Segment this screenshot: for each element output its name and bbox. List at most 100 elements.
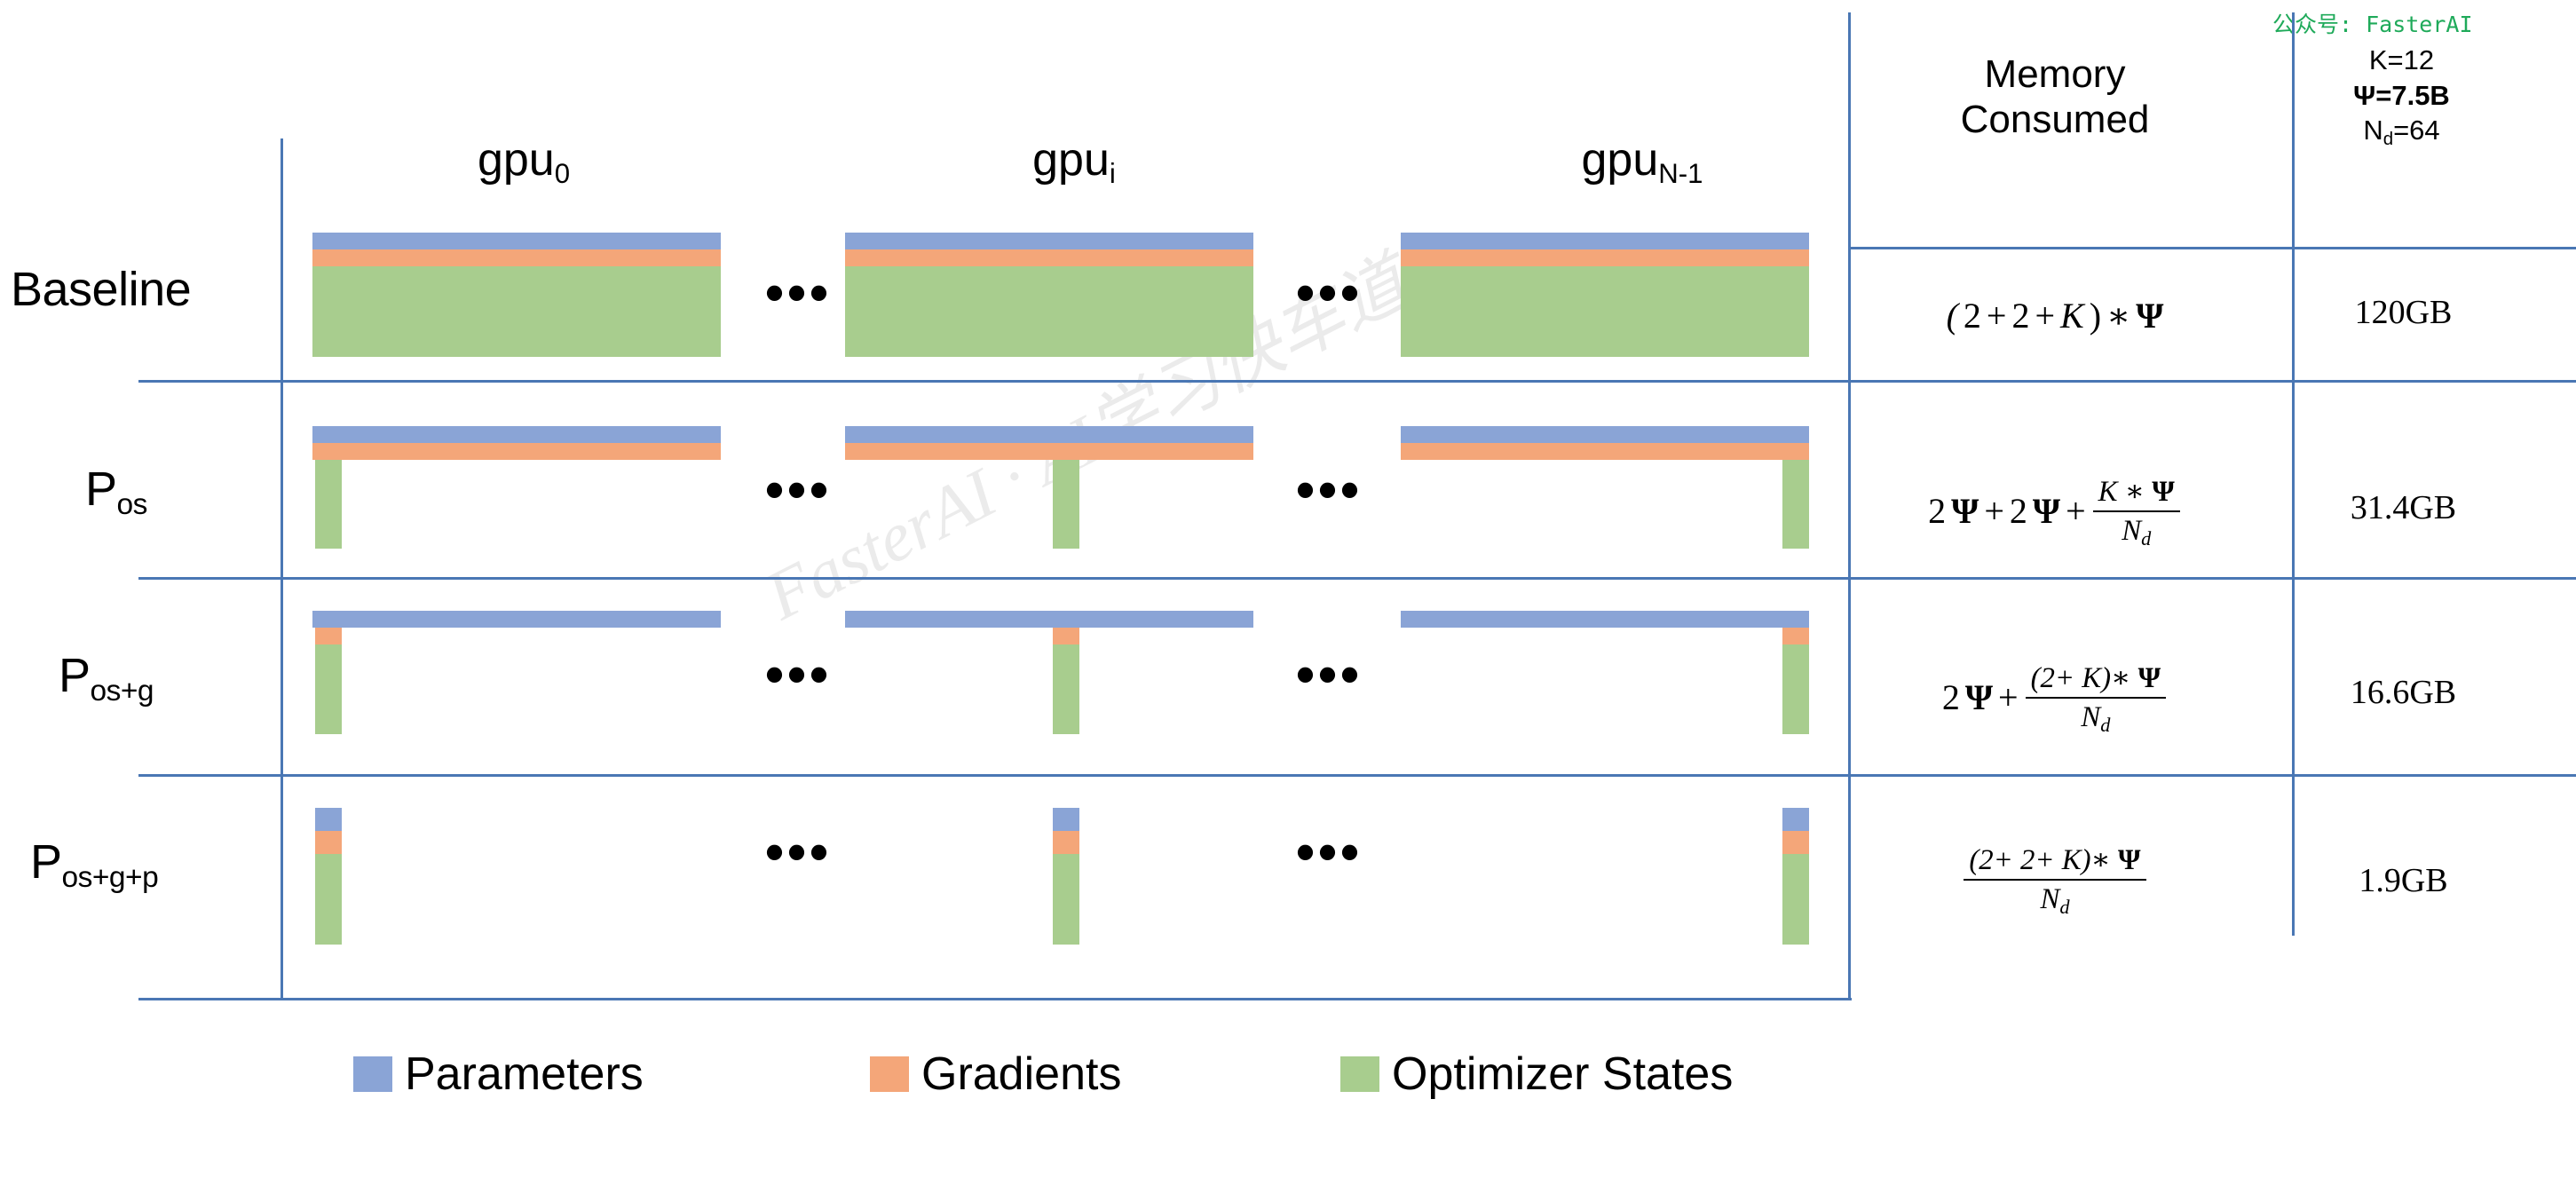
formula-baseline-plus2: + bbox=[2035, 295, 2056, 336]
row-label-pos-text: P bbox=[85, 463, 117, 516]
formula-baseline-open: ( bbox=[1946, 295, 1958, 336]
row-label-pos-g-text: P bbox=[59, 649, 91, 702]
param-nd-value: =64 bbox=[2393, 115, 2440, 146]
param-nd-sub: d bbox=[2382, 129, 2394, 150]
formula-posgp-den-N: N bbox=[2040, 882, 2060, 915]
formula-pos-den-d: d bbox=[2141, 527, 2152, 550]
bar-baseline-gpun1-optimizer bbox=[1401, 266, 1809, 357]
bar-baseline-gpu0-gradients bbox=[312, 249, 721, 266]
gpu-header-n1: gpuN-1 bbox=[1456, 133, 1829, 189]
formula-pos-2a: 2 bbox=[1928, 490, 1947, 531]
formula-pos-num-psi: Ψ bbox=[2152, 475, 2175, 508]
formula-baseline-2a: 2 bbox=[1963, 295, 1981, 336]
formula-posg-psi: Ψ bbox=[1964, 676, 1994, 717]
diagonal-watermark: FasterAI · AI学习快车道 bbox=[753, 243, 1420, 635]
ellipsis-posgp-2: ••• bbox=[1296, 822, 1363, 882]
optimizer-swatch bbox=[1340, 1056, 1379, 1092]
formula-baseline-plus1: + bbox=[1986, 295, 2007, 336]
vline-memory bbox=[1848, 12, 1851, 1000]
formula-posg-num-star: ∗ bbox=[2111, 661, 2131, 694]
gpu-header-i-sub: i bbox=[1109, 158, 1116, 190]
bar-posg-gpun1-parameters bbox=[1401, 611, 1809, 628]
bar-posg-gpun1-gradients bbox=[1782, 628, 1809, 644]
formula-pos-2b: 2 bbox=[2009, 490, 2027, 531]
formula-pos-numerator: K ∗ Ψ bbox=[2093, 474, 2180, 510]
bar-pos-gpui-gradients bbox=[845, 443, 1253, 460]
formula-posg-denominator: Nd bbox=[2075, 699, 2115, 737]
formula-pos-psi-a: Ψ bbox=[1951, 490, 1979, 531]
param-psi: Ψ=7.5B bbox=[2306, 78, 2497, 114]
memory-value-pos-g: 16.6GB bbox=[2350, 674, 2457, 711]
formula-posg-num-group: (2+ K) bbox=[2030, 661, 2112, 694]
bar-posg-gpui-parameters bbox=[845, 611, 1253, 628]
hline-baseline bbox=[138, 380, 2576, 383]
formula-pos-fraction: K ∗ Ψ Nd bbox=[2092, 474, 2180, 550]
legend-label-optimizer: Optimizer States bbox=[1392, 1048, 1734, 1100]
formula-pos-num-K: K bbox=[2098, 475, 2118, 508]
formula-baseline-K: K bbox=[2060, 295, 2084, 336]
bar-baseline-gpun1-parameters bbox=[1401, 233, 1809, 249]
formula-posg: 2 Ψ + (2+ K)∗ Ψ Nd bbox=[1864, 648, 2246, 746]
brand-watermark: 公众号: FasterAI bbox=[2272, 12, 2473, 37]
formula-pos-den-N: N bbox=[2122, 514, 2142, 547]
formula-baseline-close: ) bbox=[2089, 295, 2102, 336]
formula-pos: 2 Ψ +2 Ψ + K ∗ Ψ Nd bbox=[1864, 462, 2246, 559]
bar-posgp-gpu0-gradients bbox=[315, 831, 342, 854]
memory-consumed-header-line2: Consumed bbox=[1960, 98, 2150, 142]
gpu-header-i-label: gpu bbox=[1032, 134, 1110, 186]
formula-posgp-fraction: (2+ 2+ K)∗ Ψ Nd bbox=[1964, 842, 2146, 919]
formula-pos-denominator: Nd bbox=[2116, 512, 2156, 550]
bar-posgp-gpu0-optimizer bbox=[315, 854, 342, 945]
bar-pos-gpu0-gradients bbox=[312, 443, 721, 460]
formula-posgp-den-d: d bbox=[2059, 896, 2070, 919]
memory-consumed-header: Memory Consumed bbox=[1864, 51, 2246, 142]
formula-posg-den-N: N bbox=[2081, 700, 2101, 733]
bar-posgp-gpui-parameters bbox=[1053, 808, 1079, 831]
param-psi-text: Ψ=7.5B bbox=[2353, 79, 2450, 111]
row-label-pos-g-p-text: P bbox=[30, 835, 62, 889]
memory-value-pos: 31.4GB bbox=[2350, 489, 2457, 526]
row-label-pos-g-sub: os+g bbox=[90, 675, 154, 708]
diagram-canvas: 公众号: FasterAI FasterAI · AI学习快车道 gpu0 gp… bbox=[0, 0, 2576, 1194]
formula-posg-fraction: (2+ K)∗ Ψ Nd bbox=[2025, 660, 2167, 737]
row-label-pos-g: Pos+g bbox=[59, 648, 154, 708]
row-label-pos: Pos bbox=[85, 462, 147, 521]
bar-pos-gpun1-optimizer bbox=[1782, 460, 1809, 549]
row-label-baseline-text: Baseline bbox=[11, 263, 192, 316]
formula-baseline-2b: 2 bbox=[2011, 295, 2030, 336]
hline-pos-g bbox=[138, 774, 2576, 777]
bar-pos-gpui-optimizer bbox=[1053, 460, 1079, 549]
bar-pos-gpu0-parameters bbox=[312, 426, 721, 443]
bar-pos-gpui-parameters bbox=[845, 426, 1253, 443]
row-label-pos-g-p-sub: os+g+p bbox=[61, 861, 159, 895]
formula-baseline-psi: Ψ bbox=[2136, 295, 2164, 336]
formula-pos-num-star: ∗ bbox=[2124, 475, 2145, 508]
bar-baseline-gpu0-optimizer bbox=[312, 266, 721, 357]
ellipsis-pos-2: ••• bbox=[1296, 460, 1363, 519]
ellipsis-baseline-1: ••• bbox=[765, 263, 833, 322]
memory-consumed-header-line1: Memory bbox=[1984, 52, 2126, 96]
bar-posg-gpu0-optimizer bbox=[315, 644, 342, 734]
bar-pos-gpun1-parameters bbox=[1401, 426, 1809, 443]
bar-posgp-gpui-gradients bbox=[1053, 831, 1079, 854]
bar-baseline-gpun1-gradients bbox=[1401, 249, 1809, 266]
formula-posg-num-psi: Ψ bbox=[2137, 661, 2161, 694]
bar-posg-gpui-gradients bbox=[1053, 628, 1079, 644]
param-k: K=12 bbox=[2368, 44, 2435, 75]
hline-pos bbox=[138, 577, 2576, 580]
ellipsis-posg-2: ••• bbox=[1296, 644, 1363, 704]
formula-posg-den-d: d bbox=[2100, 714, 2111, 737]
legend-item-optimizer: Optimizer States bbox=[1340, 1048, 1733, 1101]
memory-value-pos-g-p: 1.9GB bbox=[2359, 862, 2448, 899]
formula-posgp-denominator: Nd bbox=[2035, 881, 2074, 919]
vline-gb bbox=[2292, 12, 2295, 936]
legend-item-gradients: Gradients bbox=[870, 1048, 1121, 1101]
bar-baseline-gpui-optimizer bbox=[845, 266, 1253, 357]
formula-baseline: (2 +2 + K) ∗ Ψ bbox=[1864, 284, 2246, 346]
legend-label-parameters: Parameters bbox=[405, 1048, 644, 1100]
legend-item-parameters: Parameters bbox=[353, 1048, 644, 1101]
formula-posgp-numerator: (2+ 2+ K)∗ Ψ bbox=[1964, 842, 2145, 879]
bar-posg-gpu0-gradients bbox=[315, 628, 342, 644]
bar-posg-gpui-optimizer bbox=[1053, 644, 1079, 734]
bar-posgp-gpu0-parameters bbox=[315, 808, 342, 831]
